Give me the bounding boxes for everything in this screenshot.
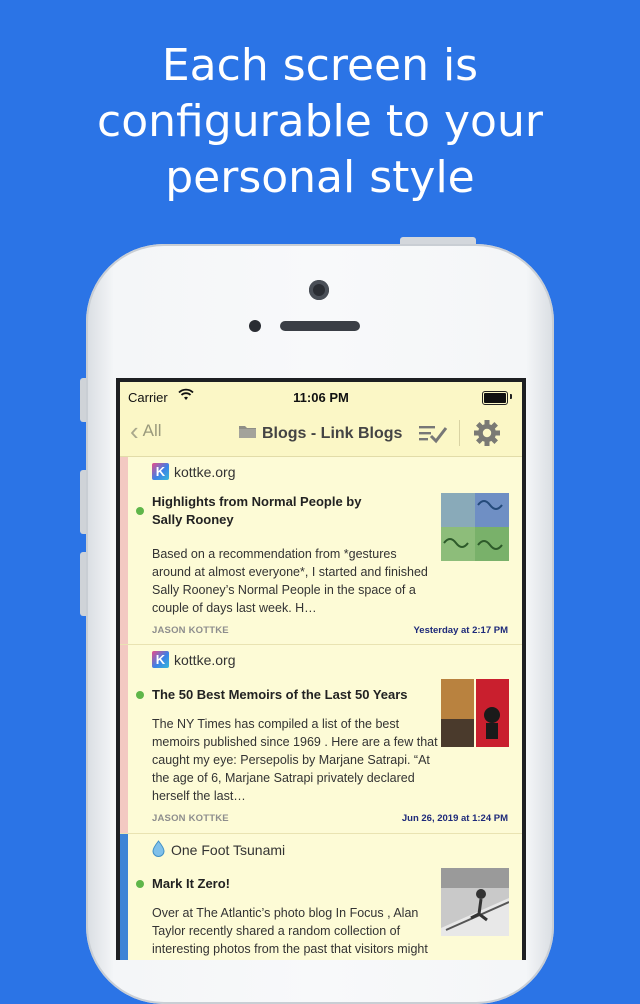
page-title-text: Blogs - Link Blogs — [262, 425, 403, 442]
article-thumbnail — [441, 679, 509, 747]
nav-divider — [459, 420, 460, 446]
unread-indicator — [136, 691, 144, 699]
article-date: Jun 26, 2019 at 1:24 PM — [401, 813, 508, 824]
article-summary: Based on a recommendation from *gestures… — [152, 547, 428, 615]
water-drop-icon — [152, 840, 165, 860]
status-bar: Carrier 11:06 PM — [120, 382, 522, 410]
article-title: The 50 Best Memoirs of the Last 50 Years — [152, 687, 408, 702]
article-summary: The NY Times has compiled a list of the … — [152, 717, 438, 803]
earpiece-speaker — [280, 321, 360, 331]
page-title: Blogs - Link Blogs — [238, 424, 402, 444]
feed-source: One Foot Tsunami — [152, 840, 285, 860]
article-title: Mark It Zero! — [152, 876, 231, 891]
article-title-line: Highlights from Normal People by — [152, 494, 362, 509]
navigation-bar: ‹ All Blogs - Link Blogs — [120, 410, 522, 457]
status-time: 11:06 PM — [293, 390, 349, 405]
back-button-label: All — [142, 421, 162, 440]
article-row[interactable]: K kottke.org The 50 Best Memoirs of the … — [120, 645, 522, 834]
headline-line-2: configurable to your — [97, 96, 543, 147]
unread-indicator — [136, 507, 144, 515]
back-button[interactable]: ‹ All — [130, 416, 162, 446]
kottke-logo-icon: K — [152, 651, 169, 668]
article-date: Yesterday at 2:17 PM — [413, 625, 508, 636]
app-screen: Carrier 11:06 PM ‹ All Blogs - Link Blog… — [120, 382, 522, 960]
feed-color-stripe — [120, 457, 128, 644]
unread-indicator — [136, 880, 144, 888]
feed-color-stripe — [120, 645, 128, 833]
folder-icon — [238, 424, 257, 444]
headline-line-3: personal style — [165, 152, 475, 203]
feed-name: One Foot Tsunami — [171, 842, 286, 858]
back-chevron-icon: ‹ — [130, 416, 139, 446]
battery-tip — [510, 394, 512, 399]
feed-color-stripe — [120, 834, 128, 960]
feed-name: kottke.org — [174, 651, 236, 668]
article-summary: Over at The Atlantic’s photo blog In Foc… — [152, 906, 428, 956]
article-author: JASON KOTTKE — [152, 813, 229, 824]
article-row[interactable]: One Foot Tsunami Mark It Zero! Over at T… — [120, 834, 522, 960]
kottke-logo-icon: K — [152, 463, 169, 480]
feed-source: K kottke.org — [152, 651, 235, 668]
article-thumbnail — [441, 493, 509, 561]
article-row[interactable]: K kottke.org Highlights from Normal Peop… — [120, 457, 522, 645]
mark-all-read-icon[interactable] — [418, 422, 448, 449]
gear-icon[interactable] — [472, 418, 502, 453]
phone-screen: Carrier 11:06 PM ‹ All Blogs - Link Blog… — [116, 378, 526, 960]
headline-line-1: Each screen is — [161, 40, 479, 91]
battery-icon — [482, 391, 508, 405]
feed-source: K kottke.org — [152, 463, 235, 480]
headline: Each screen is configurable to your pers… — [0, 38, 640, 206]
article-author: JASON KOTTKE — [152, 625, 229, 636]
proximity-sensor — [249, 320, 261, 332]
article-title: Highlights from Normal People by Sally R… — [152, 493, 438, 529]
article-title-line: Sally Rooney — [152, 512, 234, 527]
article-thumbnail — [441, 868, 509, 936]
article-list: K kottke.org Highlights from Normal Peop… — [120, 457, 522, 960]
front-camera — [309, 280, 329, 300]
feed-name: kottke.org — [174, 463, 236, 480]
